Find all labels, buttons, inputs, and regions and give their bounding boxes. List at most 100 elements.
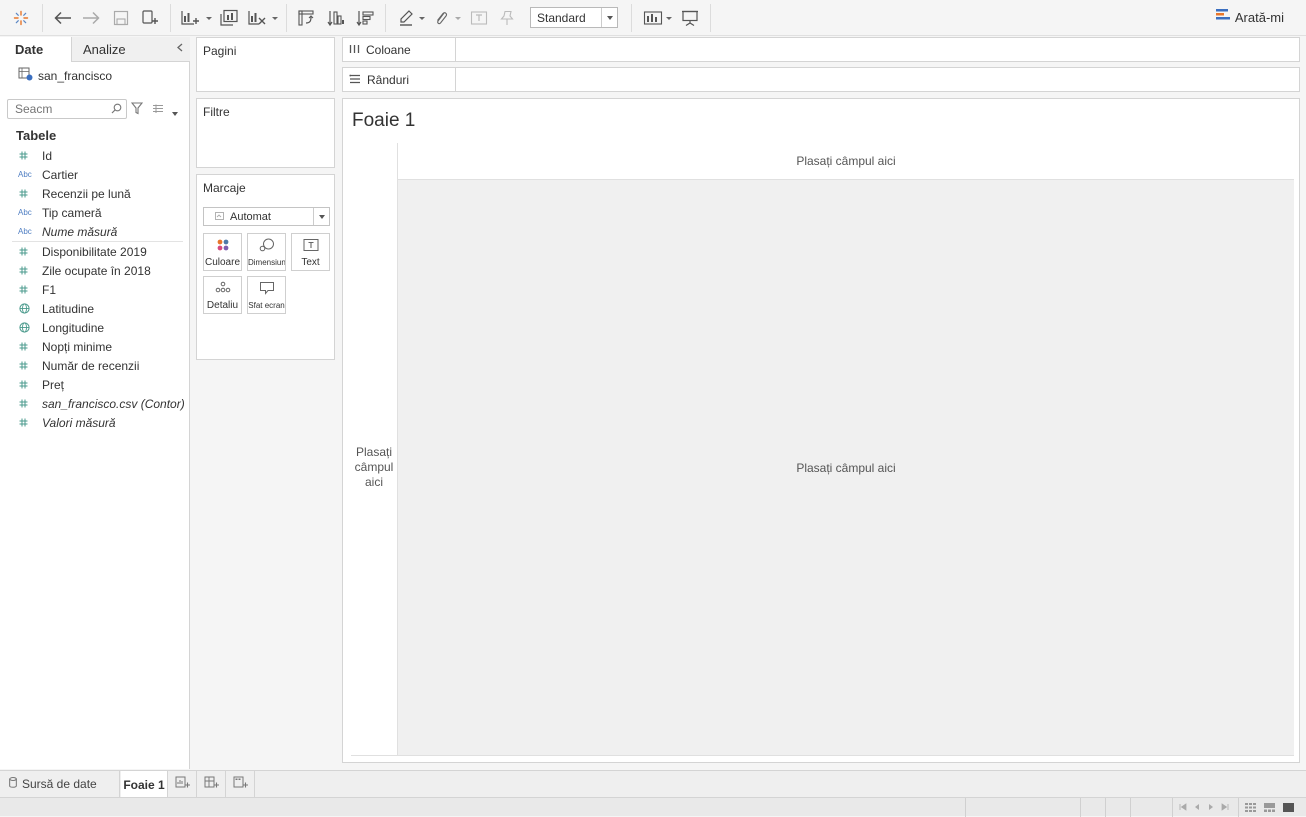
normal-view-icon[interactable] [1282,802,1294,812]
field-item[interactable]: Longitudine [0,318,189,337]
field-item[interactable]: Abc Tip cameră [0,203,189,222]
field-label: Id [42,148,53,163]
sort-descending-icon[interactable] [354,6,376,30]
show-cards-dropdown[interactable] [665,12,673,24]
size-mark-button[interactable]: Dimensiuna [247,233,286,271]
group-members-dropdown[interactable] [454,12,462,24]
field-item[interactable]: F1 [0,280,189,299]
pages-shelf[interactable]: Pagini [196,37,335,92]
highlight-dropdown[interactable] [418,12,426,24]
filters-shelf[interactable]: Filtre [196,98,335,168]
field-item[interactable]: Id [0,146,189,165]
color-dots-icon [216,238,230,255]
marks-card-title: Marcaje [203,181,246,195]
columns-shelf[interactable]: Coloane [342,37,1300,62]
mark-type-value: Automat [230,210,271,223]
datasource-item[interactable]: san_francisco [18,67,112,84]
columns-icon [349,43,360,57]
redo-icon[interactable] [80,6,102,30]
data-pane: Date Analize san_francisco Tabele Id Abc C… [0,37,190,769]
data-pane-tabs: Date Analize [0,37,190,62]
datasource-name: san_francisco [38,68,113,83]
worksheet-title[interactable]: Foaie 1 [352,110,415,132]
field-item[interactable]: Preț [0,375,189,394]
status-separator [1080,798,1081,817]
swap-rows-columns-icon[interactable] [295,6,317,30]
previous-sheet-icon[interactable] [1192,802,1202,812]
field-item[interactable]: Latitudine [0,299,189,318]
save-icon[interactable] [110,6,132,30]
group-members-icon[interactable] [431,6,451,30]
field-item[interactable]: Disponibilitate 2019 [0,242,189,261]
status-separator [1238,798,1239,817]
detail-mark-button[interactable]: Detaliu [203,276,242,314]
mark-type-select[interactable]: Automat [203,207,330,226]
dimension-abc-icon: Abc [18,208,32,217]
new-worksheet-dropdown[interactable] [205,12,213,24]
new-story-tab-button[interactable] [227,771,255,797]
first-sheet-icon[interactable] [1178,802,1188,812]
database-icon [9,777,17,791]
filter-icon[interactable] [130,102,144,118]
measure-hash-icon [0,285,42,294]
field-item[interactable]: Abc Nume măsură [0,222,189,241]
new-worksheet-icon[interactable] [178,6,202,30]
globe-icon [0,303,42,314]
collapse-pane-icon[interactable] [177,43,183,55]
search-input[interactable] [7,99,127,119]
search-icon[interactable] [111,103,122,117]
new-datasource-icon[interactable] [139,6,161,30]
pin-axes-icon[interactable] [497,6,517,30]
datasource-tab[interactable]: Sursă de date [0,771,120,797]
main-drop-zone[interactable]: Plasați câmpul aici [397,180,1294,755]
next-sheet-icon[interactable] [1206,802,1216,812]
measure-hash-icon [0,247,42,256]
sheet-sorter-icon[interactable] [1244,802,1256,812]
highlight-icon[interactable] [395,6,417,30]
columns-drop-zone[interactable]: Plasați câmpul aici [397,143,1294,180]
field-item[interactable]: Nopți minime [0,337,189,356]
duplicate-sheet-icon[interactable] [217,6,241,30]
field-item[interactable]: Zile ocupate în 2018 [0,261,189,280]
rows-shelf-label: Rânduri [367,72,410,87]
fit-view-select[interactable]: Standard [530,7,618,28]
filmstrip-icon[interactable] [1263,802,1275,812]
pages-shelf-title: Pagini [203,44,237,58]
worksheet-view: Foaie 1 Plasați câmpul aici Plasați câmp… [342,98,1300,763]
clear-sheet-icon[interactable] [245,6,269,30]
toolbar-separator [710,4,711,32]
rows-shelf-label-box: Rânduri [343,68,456,91]
clear-sheet-dropdown[interactable] [271,12,279,24]
measure-hash-icon [0,189,42,198]
field-item[interactable]: Recenzii pe lună [0,184,189,203]
tableau-logo-icon[interactable] [10,6,32,30]
field-item[interactable]: Valori măsură [0,413,189,432]
sort-ascending-icon[interactable] [325,6,347,30]
tooltip-mark-button[interactable]: Sfat ecran [247,276,286,314]
text-mark-button[interactable]: Text [291,233,330,271]
tab-sheet-1[interactable]: Foaie 1 [121,771,168,798]
color-mark-button[interactable]: Culoare [203,233,242,271]
last-sheet-icon[interactable] [1220,802,1230,812]
field-item[interactable]: Abc Cartier [0,165,189,184]
field-label: Recenzii pe lună [42,186,131,201]
new-dashboard-tab-button[interactable] [198,771,226,797]
undo-icon[interactable] [52,6,74,30]
field-label: Cartier [42,167,79,182]
show-mark-labels-icon[interactable] [468,6,490,30]
presentation-mode-icon[interactable] [679,6,701,30]
rows-shelf[interactable]: Rânduri [342,67,1300,92]
toolbar-separator [385,4,386,32]
tab-data[interactable]: Date [0,37,71,62]
field-label: Preț [42,377,65,392]
new-worksheet-tab-button[interactable] [169,771,197,797]
rows-drop-zone[interactable]: Plasați câmpul aici [351,180,397,755]
toolbar-separator [631,4,632,32]
list-view-icon[interactable] [152,103,164,117]
tab-analytics[interactable]: Analize [71,37,190,62]
show-cards-icon[interactable] [641,6,665,30]
field-item[interactable]: san_francisco.csv (Contor) [0,394,189,413]
show-me-button[interactable]: Arată-mi [1215,9,1284,25]
field-item[interactable]: Număr de recenzii [0,356,189,375]
view-options-dropdown[interactable] [171,106,179,120]
